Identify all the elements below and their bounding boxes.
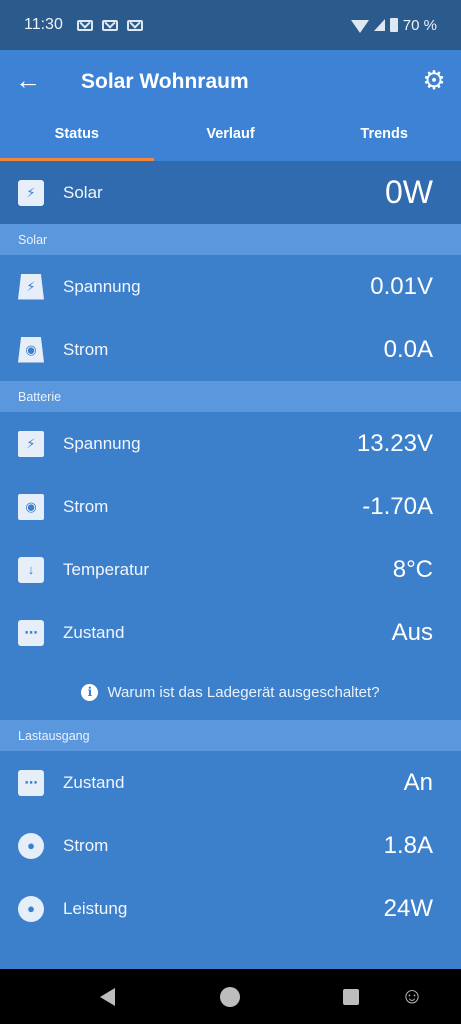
row-label: Strom	[63, 339, 109, 359]
row-label: Leistung	[63, 898, 128, 918]
row-value: -1.70A	[362, 492, 433, 520]
lightbulb-icon: ●	[18, 832, 44, 859]
thermometer-icon: ↓	[18, 556, 44, 583]
solar-current-row: ◉ Strom 0.0A	[0, 318, 461, 381]
row-value: 24W	[383, 894, 433, 922]
dots-icon: ⋯	[18, 619, 44, 646]
battery-current-row: ◉ Strom -1.70A	[0, 475, 461, 538]
info-icon: i	[81, 683, 99, 701]
battery-icon	[389, 18, 398, 32]
battery-temperature-row: ↓ Temperatur 8°C	[0, 538, 461, 601]
load-power-row: ● Leistung 24W	[0, 877, 461, 940]
cellular-signal-icon	[373, 19, 385, 31]
row-value: 0.01V	[370, 272, 433, 300]
row-value: An	[403, 768, 433, 796]
battery-state-row: ⋯ Zustand Aus	[0, 601, 461, 664]
battery-percent: 70 %	[402, 16, 437, 34]
row-label: Spannung	[63, 433, 141, 453]
battery-voltage-icon: ⚡	[18, 430, 44, 457]
tab-verlauf[interactable]: Verlauf	[154, 114, 308, 161]
status-right: 70 %	[350, 16, 437, 34]
mail-notification-icon	[101, 19, 118, 31]
dots-icon: ⋯	[18, 769, 44, 796]
nav-back-icon[interactable]	[100, 988, 115, 1006]
row-label: Strom	[63, 835, 109, 855]
system-navigation-bar: ☺	[0, 969, 461, 1024]
page-title: Solar Wohnraum	[81, 70, 249, 93]
row-label: Zustand	[63, 772, 125, 792]
charger-off-info-link[interactable]: i Warum ist das Ladegerät ausgeschaltet?	[0, 664, 461, 720]
tab-status[interactable]: Status	[0, 114, 154, 161]
mail-notification-icon	[126, 19, 143, 31]
solar-panel-icon: ⚡	[18, 179, 44, 206]
status-time: 11:30	[24, 16, 63, 33]
row-value: 8°C	[392, 555, 433, 583]
row-value: 13.23V	[356, 429, 433, 457]
section-header-solar: Solar	[0, 224, 461, 255]
row-value: Aus	[391, 618, 433, 646]
nav-recents-icon[interactable]	[343, 989, 359, 1005]
lightbulb-icon: ●	[18, 895, 44, 922]
system-status-bar: 11:30 70 %	[0, 0, 461, 50]
row-label: Zustand	[63, 622, 125, 642]
back-arrow-icon[interactable]: ←	[12, 64, 44, 96]
current-icon: ◉	[18, 336, 44, 363]
battery-voltage-row: ⚡ Spannung 13.23V	[0, 412, 461, 475]
row-value: 0.0A	[383, 335, 433, 363]
app-bar: ← Solar Wohnraum ⚙ Status Verlauf Trends	[0, 50, 461, 161]
row-label: Temperatur	[63, 559, 149, 579]
gear-icon[interactable]: ⚙	[418, 64, 450, 96]
nav-home-icon[interactable]	[220, 987, 240, 1007]
row-label: Strom	[63, 496, 109, 516]
info-text: Warum ist das Ladegerät ausgeschaltet?	[107, 683, 380, 701]
load-state-row: ⋯ Zustand An	[0, 751, 461, 814]
solar-summary-value: 0W	[385, 174, 433, 210]
status-content: ⚡ Solar 0W Solar ⚡ Spannung 0.01V ◉ Stro…	[0, 161, 461, 969]
accessibility-icon[interactable]: ☺	[400, 983, 424, 1009]
wifi-icon	[350, 20, 369, 33]
section-header-batterie: Batterie	[0, 381, 461, 412]
tab-trends[interactable]: Trends	[307, 114, 461, 161]
row-label: Spannung	[63, 276, 141, 296]
solar-summary-row: ⚡ Solar 0W	[0, 161, 461, 224]
row-value: 1.8A	[383, 831, 433, 859]
lightning-icon: ⚡	[18, 273, 44, 300]
section-header-lastausgang: Lastausgang	[0, 720, 461, 751]
load-current-row: ● Strom 1.8A	[0, 814, 461, 877]
solar-voltage-row: ⚡ Spannung 0.01V	[0, 255, 461, 318]
tab-bar: Status Verlauf Trends	[0, 114, 461, 161]
current-icon: ◉	[18, 493, 44, 520]
mail-notification-icon	[76, 19, 93, 31]
solar-summary-label: Solar	[63, 182, 103, 202]
